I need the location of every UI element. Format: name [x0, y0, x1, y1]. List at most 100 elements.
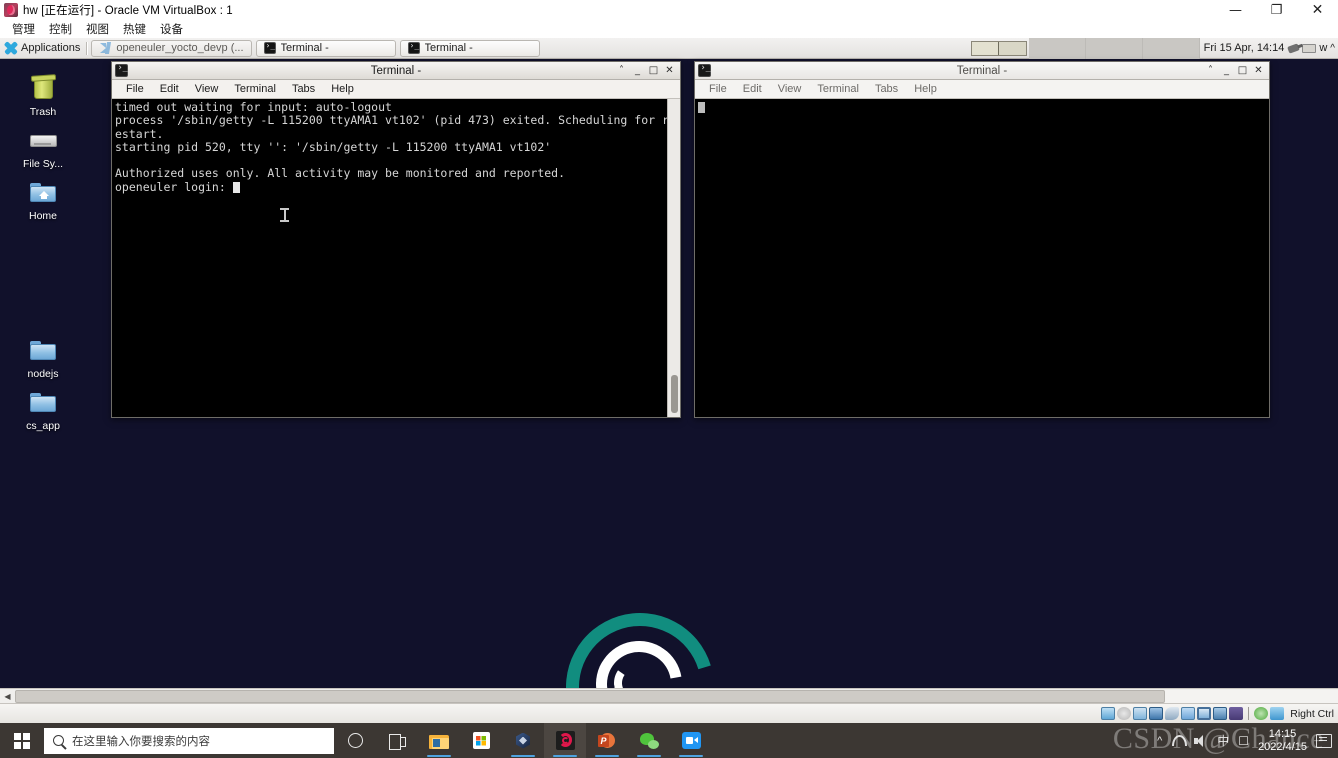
menu-help[interactable]: Help [906, 83, 945, 95]
desktop-icon-filesystem[interactable]: File Sy... [0, 119, 86, 172]
menu-edit[interactable]: Edit [735, 83, 770, 95]
menu-tabs[interactable]: Tabs [867, 83, 906, 95]
taskbar-button-terminal-2[interactable]: Terminal - [399, 39, 540, 57]
close-button[interactable]: ✕ [1297, 0, 1338, 20]
optical-disk-icon[interactable] [1117, 707, 1132, 720]
menu-terminal[interactable]: Terminal [809, 83, 867, 95]
menu-file[interactable]: File [701, 83, 735, 95]
panel-system-tray: w ^ [1287, 42, 1338, 54]
workspace-switcher[interactable] [970, 40, 1027, 56]
usb-icon[interactable] [1165, 707, 1180, 720]
desktop-icon-cs-app[interactable]: cs_app [0, 381, 86, 434]
scrollbar-thumb[interactable] [15, 689, 1165, 703]
folder-icon [26, 335, 60, 365]
printer-icon[interactable] [1302, 43, 1317, 53]
menu-view[interactable]: View [187, 83, 227, 95]
terminal-1-output[interactable]: timed out waiting for input: auto-logout… [112, 99, 680, 417]
mouse-integration-icon[interactable] [1254, 707, 1269, 720]
taskbar-app-icons: P [334, 723, 712, 758]
minimize-button[interactable]: _ [630, 63, 645, 79]
network-icon[interactable] [1149, 707, 1164, 720]
recording-icon[interactable] [1213, 707, 1228, 720]
menu-tabs[interactable]: Tabs [284, 83, 323, 95]
menu-terminal[interactable]: Terminal [226, 83, 284, 95]
windows-taskbar: 在这里输入你要搜索的内容 P ^ 中 ☐ 14:15 2022/4/15 [0, 723, 1338, 758]
menu-item-devices[interactable]: 设备 [153, 21, 190, 37]
close-button[interactable]: ✕ [662, 63, 677, 79]
menu-help[interactable]: Help [323, 83, 362, 95]
workspace-1[interactable] [971, 41, 999, 55]
video-app-button[interactable] [670, 723, 712, 758]
terminal-2-title-bar[interactable]: Terminal - ˄ _ □ ✕ [695, 62, 1269, 80]
scrollbar-track[interactable] [15, 689, 1338, 703]
menu-view[interactable]: View [770, 83, 810, 95]
taskbar-clock[interactable]: 14:15 2022/4/15 [1258, 728, 1307, 754]
terminal-line: Authorized uses only. All activity may b… [115, 166, 566, 181]
desktop-icon-home[interactable]: Home [0, 171, 86, 224]
panel-right-area: Fri 15 Apr, 14:14 w ^ [970, 38, 1338, 59]
windows-search-box[interactable]: 在这里输入你要搜索的内容 [44, 727, 334, 754]
features-icon[interactable] [1229, 707, 1244, 720]
taskbar-button-label: openeuler_yocto_devp (... [116, 42, 244, 54]
minimize-button[interactable]: — [1215, 0, 1256, 20]
wifi-icon[interactable] [1171, 735, 1188, 746]
show-hidden-icons-button[interactable]: ^ [1157, 735, 1162, 747]
status-divider [1248, 707, 1250, 720]
terminal-1-scrollbar[interactable] [667, 99, 680, 417]
menu-edit[interactable]: Edit [152, 83, 187, 95]
hard-disk-icon[interactable] [1101, 707, 1116, 720]
start-button[interactable] [0, 723, 44, 758]
maximize-button[interactable]: □ [1235, 63, 1250, 79]
cortana-button[interactable] [334, 723, 376, 758]
floppy-icon[interactable] [1133, 707, 1148, 720]
close-button[interactable]: ✕ [1251, 63, 1266, 79]
minimize-button[interactable]: _ [1219, 63, 1234, 79]
taskbar-button-vscode[interactable]: openeuler_yocto_devp (... [91, 39, 252, 57]
menu-item-manage[interactable]: 管理 [5, 21, 42, 37]
terminal-2-window-controls: ˄ _ □ ✕ [1203, 63, 1269, 79]
pdf-reader-button[interactable] [544, 723, 586, 758]
microsoft-store-button[interactable] [460, 723, 502, 758]
workspace-2[interactable] [998, 41, 1026, 55]
scrollbar-thumb[interactable] [671, 375, 678, 413]
menu-item-hotkeys[interactable]: 热键 [116, 21, 153, 37]
task-view-button[interactable] [376, 723, 418, 758]
keyboard-capture-icon[interactable] [1270, 707, 1285, 720]
terminal-2-output[interactable] [695, 99, 1269, 417]
menu-item-view[interactable]: 视图 [79, 21, 116, 37]
desktop-icon-nodejs[interactable]: nodejs [0, 329, 86, 382]
restore-button[interactable]: ❐ [1256, 0, 1297, 20]
panel-plugin-area-1 [1028, 38, 1086, 59]
ime-icon[interactable]: 中 [1217, 732, 1229, 749]
terminal-window-1[interactable]: Terminal - ˄ _ □ ✕ File Edit View Termin… [111, 61, 681, 418]
scroll-left-arrow[interactable]: ◀ [0, 689, 15, 704]
file-explorer-button[interactable] [418, 723, 460, 758]
powerpoint-button[interactable]: P [586, 723, 628, 758]
virtualbox-button[interactable] [502, 723, 544, 758]
volume-icon[interactable] [1194, 734, 1208, 747]
panel-clock[interactable]: Fri 15 Apr, 14:14 [1200, 42, 1289, 54]
maximize-button[interactable]: □ [646, 63, 661, 79]
wechat-button[interactable] [628, 723, 670, 758]
shade-button[interactable]: ˄ [1203, 63, 1218, 79]
action-center-icon[interactable] [1316, 733, 1332, 748]
filesystem-icon [26, 125, 60, 155]
vm-horizontal-scrollbar[interactable]: ◀ [0, 688, 1338, 703]
virtualbox-title-bar: hw [正在运行] - Oracle VM VirtualBox : 1 — ❐… [0, 0, 1338, 20]
tray-text[interactable]: w [1319, 42, 1327, 54]
applications-menu-button[interactable]: Applications [0, 38, 83, 59]
display-icon[interactable] [1197, 707, 1212, 720]
plug-icon[interactable] [1287, 42, 1301, 54]
terminal-window-2[interactable]: Terminal - ˄ _ □ ✕ File Edit View Termin… [694, 61, 1270, 418]
terminal-1-title-bar[interactable]: Terminal - ˄ _ □ ✕ [112, 62, 680, 80]
shared-folder-icon[interactable] [1181, 707, 1196, 720]
chevron-up-icon[interactable]: ^ [1330, 43, 1335, 54]
desktop-icon-trash[interactable]: Trash [0, 67, 86, 120]
ime-keyboard-icon[interactable]: ☐ [1238, 734, 1249, 748]
taskbar-button-terminal-1[interactable]: Terminal - [255, 39, 396, 57]
terminal-prompt: openeuler login: [115, 179, 233, 194]
menu-item-control[interactable]: 控制 [42, 21, 79, 37]
cortana-icon [347, 733, 363, 748]
menu-file[interactable]: File [118, 83, 152, 95]
shade-button[interactable]: ˄ [614, 63, 629, 79]
